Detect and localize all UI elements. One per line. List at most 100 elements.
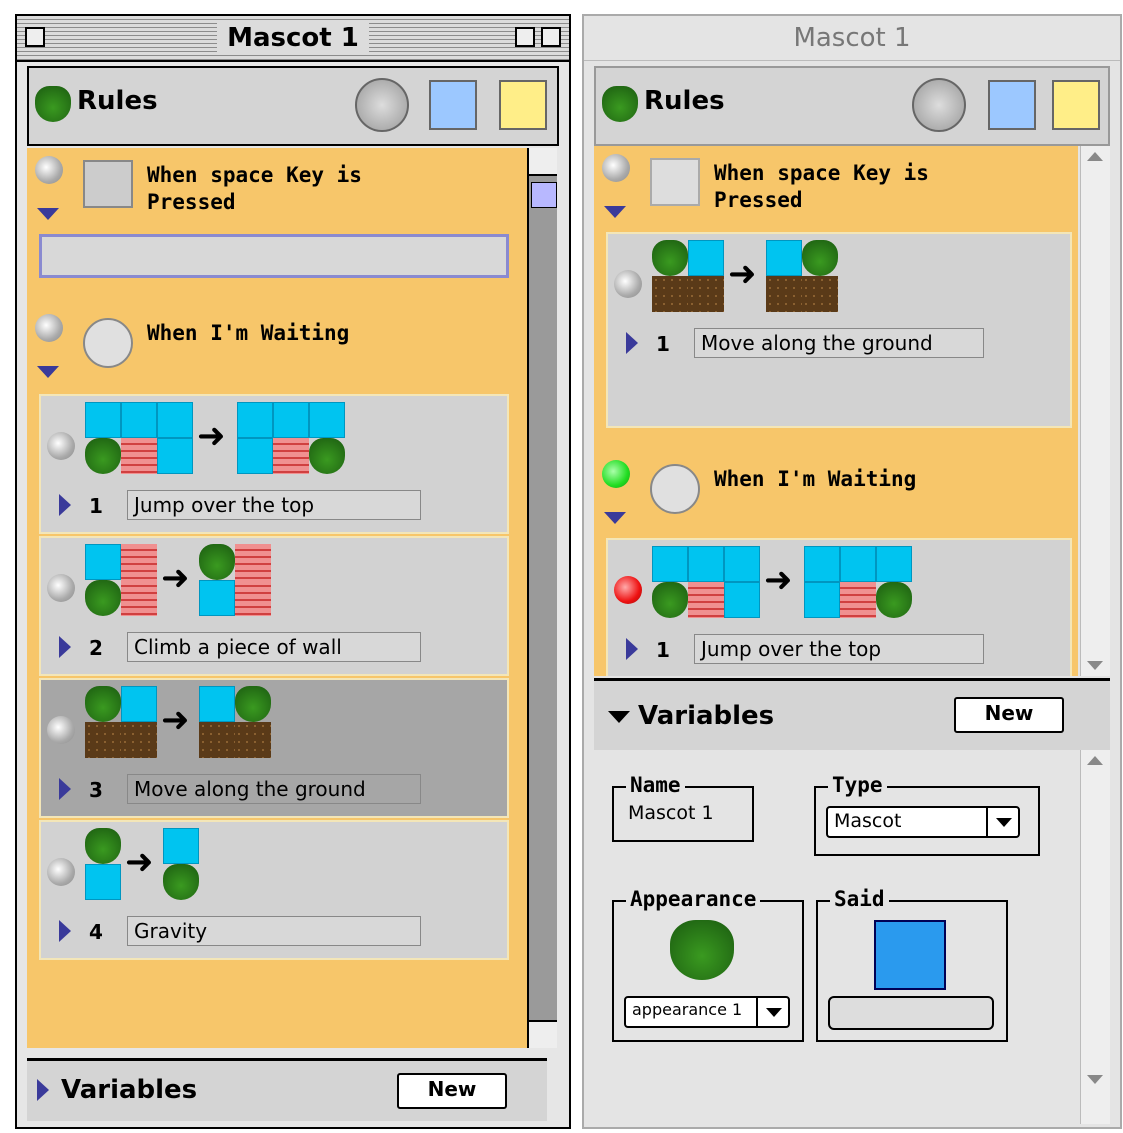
rule-trigger: When I'm Waiting [714,467,917,491]
camera-icon[interactable] [912,78,966,132]
appearance-group: Appearance appearance 1 [612,887,804,1042]
variables-bar: Variables New [594,678,1110,751]
variables-label: Variables [61,1075,198,1105]
notes-button[interactable] [1052,80,1100,130]
rule-waiting[interactable]: When I'm Waiting ➜ 1 Jump over the top [594,452,1078,676]
rule-name-field[interactable]: Jump over the top [127,490,421,520]
scroll-down-arrow-icon[interactable] [1087,1075,1103,1084]
appearance-value: appearance 1 [632,1000,743,1019]
type-group: Type Mascot [814,773,1040,856]
disclosure-triangle-icon[interactable] [59,778,71,800]
rule-number: 3 [89,778,103,802]
rule-number: 1 [89,494,103,518]
scroll-up-arrow-icon[interactable] [1087,756,1103,765]
disclosure-triangle-icon[interactable] [59,494,71,516]
rules-label: Rules [77,86,158,116]
disclosure-triangle-icon[interactable] [59,920,71,942]
disclosure-triangle-icon[interactable] [59,636,71,658]
subrule-4[interactable]: ➜ 4 Gravity [39,820,509,960]
disclosure-triangle-icon[interactable] [604,512,626,524]
rules-view-button[interactable] [988,80,1036,130]
mascot-appearance-icon [670,920,734,980]
frog-icon [602,86,638,122]
rule-trigger: When space Key is Pressed [147,163,362,214]
scroll-thumb[interactable] [531,182,557,208]
status-light [47,432,75,460]
type-value: Mascot [834,810,902,832]
disclosure-triangle-icon[interactable] [608,711,630,723]
rule-space-key[interactable]: When space Key is Pressed ➜ 1 Move along… [594,146,1078,442]
rule-space-key[interactable]: When space Key is Pressed [27,148,527,296]
title-bar[interactable]: Mascot 1 [17,16,569,62]
subrule-1[interactable]: ➜ 1 Move along the ground [606,232,1072,428]
zoom-box-icon[interactable] [515,27,535,47]
vertical-scrollbar[interactable] [1080,146,1110,676]
disclosure-triangle-icon[interactable] [37,366,59,378]
disclosure-triangle-icon[interactable] [604,206,626,218]
name-label: Name [626,773,685,797]
frog-icon [35,86,71,122]
status-light [614,576,642,604]
scroll-down-arrow-icon[interactable] [529,1020,557,1048]
variables-bar: Variables New [27,1058,547,1121]
rule-number: 2 [89,636,103,660]
name-group: Name Mascot 1 [612,773,754,842]
notes-button[interactable] [499,80,547,130]
rules-list: When space Key is Pressed When I'm Waiti… [27,148,527,1048]
vertical-scrollbar[interactable] [527,148,557,1048]
said-field[interactable] [828,996,994,1030]
variables-scrollbar[interactable] [1080,750,1110,1124]
mascot-sprite [85,438,121,474]
rule-name-field[interactable]: Climb a piece of wall [127,632,421,662]
type-dropdown[interactable]: Mascot [826,806,1020,838]
said-label: Said [830,887,889,911]
collapse-box-icon[interactable] [541,27,561,47]
rule-name-field[interactable]: Gravity [127,916,421,946]
title-bar[interactable]: Mascot 1 [584,16,1120,61]
rules-view-button[interactable] [429,80,477,130]
right-window: Mascot 1 Rules When space Key is Pressed… [582,14,1122,1129]
rule-number: 1 [656,638,670,662]
scroll-up-arrow-icon[interactable] [529,148,557,176]
disclosure-triangle-icon[interactable] [626,332,638,354]
camera-icon[interactable] [355,78,409,132]
appearance-dropdown[interactable]: appearance 1 [624,996,790,1028]
rules-header: Rules [594,66,1110,146]
new-variable-button[interactable]: New [397,1073,507,1109]
rule-trigger: When space Key is Pressed [714,161,929,212]
rules-label: Rules [644,86,725,116]
rule-name-field[interactable]: Jump over the top [694,634,984,664]
empty-subrule-drop[interactable] [39,234,509,278]
status-light [602,460,630,488]
scroll-up-arrow-icon[interactable] [1087,152,1103,161]
disclosure-triangle-icon[interactable] [37,1079,49,1101]
window-title: Mascot 1 [217,23,369,53]
subrule-1[interactable]: ➜ 1 Jump over the top [606,538,1072,676]
close-box-icon[interactable] [25,27,45,47]
rule-name-field[interactable]: Move along the ground [127,774,421,804]
rule-trigger: When I'm Waiting [147,321,350,345]
name-value[interactable]: Mascot 1 [628,802,714,824]
said-group: Said [816,887,1008,1042]
variables-panel: Name Mascot 1 Type Mascot Appearance app… [594,750,1080,1124]
rule-name-field[interactable]: Move along the ground [694,328,984,358]
left-window: Mascot 1 Rules When space Key is Pressed… [15,14,571,1129]
subrule-2[interactable]: ➜ 2 Climb a piece of wall [39,536,509,676]
scroll-down-arrow-icon[interactable] [1087,661,1103,670]
rules-header: Rules [27,66,559,146]
subrule-1[interactable]: ➜ 1 Jump over the top [39,394,509,534]
key-icon [83,160,133,208]
chevron-down-icon [756,998,788,1026]
disclosure-triangle-icon[interactable] [626,638,638,660]
rule-waiting[interactable]: When I'm Waiting ➜ 1 Jump over the top ➜ [27,306,527,1048]
variables-label: Variables [638,701,775,731]
status-light [35,156,63,184]
clock-icon [650,464,700,514]
disclosure-triangle-icon[interactable] [37,208,59,220]
sound-wave-icon[interactable] [874,920,946,990]
type-label: Type [828,773,887,797]
new-variable-button[interactable]: New [954,697,1064,733]
rule-number: 4 [89,920,103,944]
appearance-label: Appearance [626,887,761,911]
subrule-3[interactable]: ➜ 3 Move along the ground [39,678,509,818]
